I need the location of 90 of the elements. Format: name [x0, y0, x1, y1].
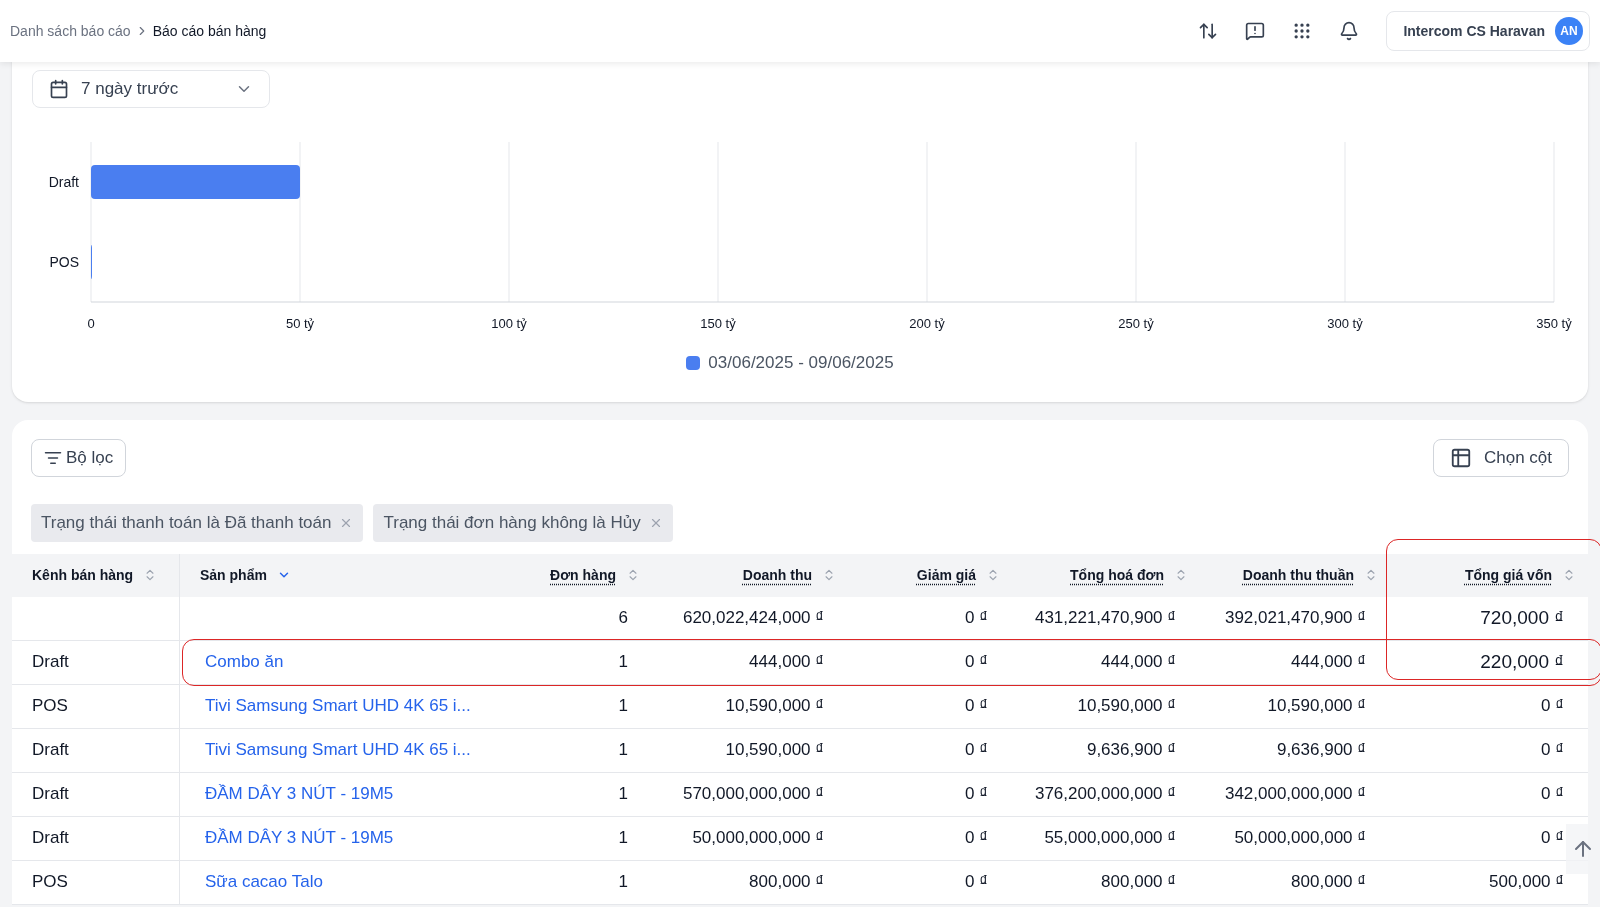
tick-label: 100 tỷ: [491, 316, 527, 331]
column-header[interactable]: Đơn hàng: [540, 553, 652, 597]
table-cell-text: 342,000,000,000 ₫: [1224, 783, 1366, 806]
table-cell-text: 500,000 ₫: [1489, 871, 1564, 894]
table-cell: POS: [12, 860, 180, 904]
table-cell-text: 10,590,000 ₫: [1077, 695, 1176, 718]
filter-chip: Trạng thái thanh toán là Đã thanh toán: [31, 503, 364, 542]
legend-label: 03/06/2025 - 09/06/2025: [708, 352, 894, 374]
table-cell: Draft: [12, 640, 180, 684]
table-cell-text: 50,000,000,000 ₫: [692, 827, 824, 850]
table-cell: POS: [12, 684, 180, 728]
table-cell-text: 0 ₫: [965, 783, 988, 806]
column-header[interactable]: Doanh thu thuần: [1200, 553, 1390, 597]
table-cell-text: 444,000 ₫: [1101, 651, 1176, 674]
table-cell-text: 1: [618, 739, 628, 762]
column-title: Sản phẩm: [200, 565, 267, 585]
table-cell-text: 570,000,000,000 ₫: [682, 783, 824, 806]
avatar: AN: [1555, 17, 1583, 45]
axis-label: POS: [49, 254, 79, 270]
column-title: Kênh bán hàng: [32, 565, 134, 585]
table-cell-text: 10,590,000 ₫: [725, 695, 824, 718]
table-cell-text: 220,000 ₫: [1480, 649, 1564, 674]
table-cell-text: 1: [618, 651, 628, 674]
column-header[interactable]: Sản phẩm: [180, 553, 540, 597]
total-cell-text: 620,022,424,000 ₫: [681, 607, 825, 630]
table-cell-text: 10,590,000 ₫: [725, 739, 824, 762]
column-title: Doanh thu thuần: [1242, 565, 1354, 585]
table-cell-text: 0 ₫: [1541, 695, 1564, 718]
table-cell-text: 1: [618, 695, 628, 718]
table-cell-text: 444,000 ₫: [1291, 651, 1366, 674]
table-cell-text: 0 ₫: [1541, 783, 1564, 806]
table-cell-text: 0 ₫: [965, 651, 988, 674]
breadcrumb-link[interactable]: Báo cáo bán hàng: [152, 20, 267, 42]
table-cell-text: 1: [618, 783, 628, 806]
product-link[interactable]: ĐẦM DÂY 3 NÚT - 19M5: [180, 772, 540, 816]
tick-label: 50 tỷ: [285, 316, 315, 331]
total-cell-text: 431,221,470,900 ₫: [1033, 607, 1177, 630]
tick-label: 250 tỷ: [1118, 316, 1154, 331]
table-cell-text: 1: [618, 871, 628, 894]
table-cell-text: 9,636,900 ₫: [1276, 739, 1366, 762]
table-cell-text: 50,000,000,000 ₫: [1234, 827, 1366, 850]
tick-label: 200 tỷ: [909, 316, 945, 331]
column-title: Tổng hoá đơn: [1070, 565, 1164, 585]
breadcrumb-link[interactable]: Danh sách báo cáo: [10, 20, 131, 42]
table-cell-text: 800,000 ₫: [1291, 871, 1366, 894]
product-link[interactable]: Tivi Samsung Smart UHD 4K 65 i...: [180, 684, 540, 728]
table-cell-text: 0 ₫: [965, 871, 988, 894]
table-cell-text: 0 ₫: [965, 739, 988, 762]
tick-label: 300 tỷ: [1327, 316, 1363, 331]
product-link[interactable]: Combo ăn: [180, 640, 540, 684]
tick-label: 350 tỷ: [1536, 316, 1572, 331]
table-cell-text: 800,000 ₫: [749, 871, 824, 894]
date-range-dropdown[interactable]: 7 ngày trước: [32, 70, 270, 108]
column-header[interactable]: Tổng giá vốn: [1390, 553, 1588, 597]
table-cell-text: 444,000 ₫: [749, 651, 824, 674]
product-link[interactable]: ĐẦM DÂY 3 NÚT - 19M5: [180, 816, 540, 860]
column-header[interactable]: Giảm giá: [848, 553, 1012, 597]
total-cell-text: 392,021,470,900 ₫: [1223, 607, 1367, 630]
table-cell-text: 0 ₫: [1541, 739, 1564, 762]
axis-label: Draft: [48, 174, 79, 190]
total-cell-text: 0 ₫: [964, 607, 989, 630]
total-cell-text: 720,000 ₫: [1479, 605, 1565, 630]
column-title: Đơn hàng: [550, 565, 616, 585]
user-menu[interactable]: Intercom CS Haravan AN: [1386, 11, 1590, 51]
product-link[interactable]: Tivi Samsung Smart UHD 4K 65 i...: [180, 728, 540, 772]
filter-chip: Trạng thái đơn hàng không là Hủy: [373, 503, 673, 542]
column-title: Tổng giá vốn: [1464, 565, 1552, 585]
table-cell-text: 0 ₫: [965, 827, 988, 850]
column-title: Doanh thu: [742, 565, 812, 585]
tick-label: 150 tỷ: [700, 316, 736, 331]
filter-button[interactable]: Bộ lọc: [31, 438, 127, 477]
column-title: Giảm giá: [916, 565, 976, 585]
column-header[interactable]: Tổng hoá đơn: [1012, 553, 1200, 597]
product-link[interactable]: Sữa cacao Talo: [180, 860, 540, 904]
table-cell-text: 9,636,900 ₫: [1086, 739, 1176, 762]
table-cell-text: 1: [618, 827, 628, 850]
table-cell: Draft: [12, 816, 180, 860]
column-header[interactable]: Kênh bán hàng: [12, 553, 180, 597]
choose-columns-button[interactable]: Chọn cột: [1432, 438, 1569, 477]
tick-label: 0: [87, 316, 95, 331]
table-cell-text: 55,000,000,000 ₫: [1044, 827, 1176, 850]
total-cell-text: 6: [617, 607, 629, 630]
table-cell-text: 10,590,000 ₫: [1267, 695, 1366, 718]
table-cell: Draft: [12, 728, 180, 772]
table-cell-text: 800,000 ₫: [1101, 871, 1176, 894]
table-cell-text: 0 ₫: [1541, 827, 1564, 850]
column-header[interactable]: Doanh thu: [652, 553, 848, 597]
table-cell-text: 376,200,000,000 ₫: [1034, 783, 1176, 806]
table-cell-text: 0 ₫: [965, 695, 988, 718]
table-cell: Draft: [12, 772, 180, 816]
